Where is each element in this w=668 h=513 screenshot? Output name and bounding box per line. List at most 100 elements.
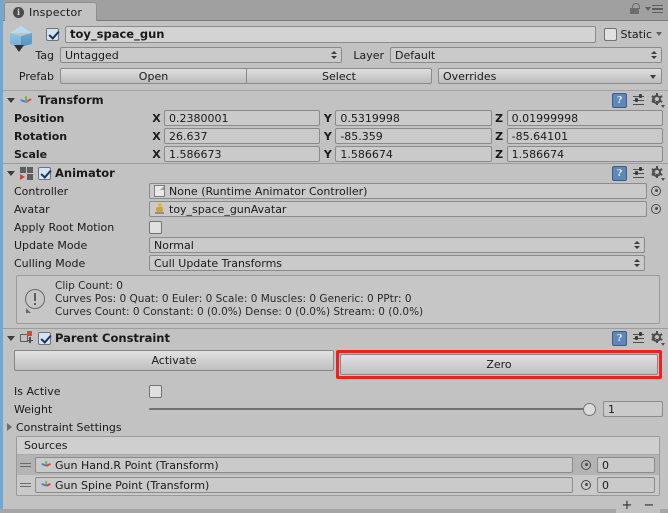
static-checkbox[interactable]	[603, 27, 617, 41]
controller-value: None (Runtime Animator Controller)	[169, 184, 368, 198]
culling-mode-label: Culling Mode	[14, 256, 86, 270]
rotation-x-label: X	[152, 129, 161, 143]
preset-icon[interactable]	[633, 167, 645, 180]
add-source-button[interactable]: +	[616, 498, 638, 513]
parent-constraint-foldout-icon[interactable]	[7, 335, 15, 341]
transform-foldout-icon[interactable]	[7, 97, 15, 103]
animator-icon	[19, 166, 34, 181]
weight-value-input[interactable]: 1	[603, 401, 663, 417]
animator-info-box: Clip Count: 0 Curves Pos: 0 Quat: 0 Eule…	[16, 275, 660, 324]
parent-constraint-icon	[19, 330, 34, 346]
source-picker-icon[interactable]	[580, 479, 593, 492]
avatar-object-field[interactable]: toy_space_gunAvatar	[149, 201, 647, 217]
animator-enabled-checkbox[interactable]	[38, 166, 51, 180]
static-toggle-group[interactable]: Static	[603, 27, 662, 41]
gameobject-name-input[interactable]: toy_space_gun	[65, 25, 596, 43]
rotation-x-input[interactable]: 26.637	[164, 128, 321, 144]
update-mode-dropdown[interactable]: Normal	[149, 237, 645, 253]
gameobject-enabled-checkbox[interactable]	[46, 27, 59, 41]
constraint-settings-label: Constraint Settings	[16, 420, 122, 434]
lock-icon[interactable]	[629, 3, 640, 15]
component-parent-constraint: Parent Constraint ? Activate Zero Is Act…	[0, 329, 668, 513]
transform-axis-icon	[19, 93, 34, 108]
component-transform: Transform ? Position X 0.2380001 Y 0.531…	[0, 91, 668, 163]
scale-z-label: Z	[495, 147, 504, 161]
gear-icon[interactable]	[650, 93, 665, 108]
is-active-checkbox[interactable]	[149, 384, 162, 398]
preset-icon[interactable]	[633, 94, 645, 107]
animator-foldout-icon[interactable]	[7, 170, 15, 176]
activate-button[interactable]: Activate	[14, 350, 334, 371]
avatar-picker-icon[interactable]	[650, 203, 663, 216]
chevron-down-icon[interactable]	[656, 32, 662, 36]
animator-header[interactable]: Animator ?	[0, 164, 668, 182]
help-book-icon[interactable]: ?	[612, 166, 627, 181]
position-y-label: Y	[323, 111, 332, 125]
layer-label: Layer	[353, 48, 384, 62]
constraint-action-buttons: Activate Zero	[0, 347, 668, 382]
transform-header[interactable]: Transform ?	[0, 91, 668, 109]
warning-info-icon	[25, 288, 47, 313]
sources-header: Sources	[17, 437, 659, 455]
prefab-cube-icon[interactable]	[8, 25, 38, 57]
parent-constraint-enabled-checkbox[interactable]	[38, 331, 51, 345]
gameobject-name-row: toy_space_gun Static	[6, 25, 662, 43]
tag-dropdown[interactable]: Untagged	[60, 47, 342, 63]
parent-constraint-header[interactable]: Parent Constraint ?	[0, 329, 668, 347]
source-picker-icon[interactable]	[580, 459, 593, 472]
sources-list-footer: + −	[0, 498, 660, 513]
prefab-select-button[interactable]: Select	[246, 68, 432, 84]
position-label: Position	[14, 111, 65, 125]
constraint-settings-row[interactable]: Constraint Settings	[0, 418, 668, 436]
animator-controller-row: Controller None (Runtime Animator Contro…	[0, 182, 668, 200]
tab-inspector[interactable]: i Inspector	[4, 2, 98, 21]
help-book-icon[interactable]: ?	[612, 93, 627, 108]
apply-root-motion-label: Apply Root Motion	[14, 220, 115, 234]
controller-object-field[interactable]: None (Runtime Animator Controller)	[149, 183, 647, 199]
culling-mode-dropdown[interactable]: Cull Update Transforms	[149, 255, 645, 271]
remove-source-button[interactable]: −	[638, 498, 660, 513]
animator-update-mode-row: Update Mode Normal	[0, 236, 668, 254]
position-z-input[interactable]: 0.01999998	[506, 110, 663, 126]
source-weight-input[interactable]: 0	[597, 477, 655, 493]
weight-slider-thumb[interactable]	[583, 403, 596, 416]
controller-picker-icon[interactable]	[650, 185, 663, 198]
scale-x-input[interactable]: 1.586673	[164, 146, 321, 162]
zero-button[interactable]: Zero	[340, 354, 658, 375]
scale-z-input[interactable]: 1.586674	[506, 146, 663, 162]
scale-y-input[interactable]: 1.586674	[335, 146, 492, 162]
prefab-overrides-dropdown[interactable]: Overrides	[438, 68, 662, 84]
parent-constraint-tools: ?	[612, 331, 665, 346]
layer-dropdown[interactable]: Default	[390, 47, 662, 63]
update-mode-label: Update Mode	[14, 238, 88, 252]
zero-button-highlight: Zero	[336, 350, 662, 379]
weight-slider[interactable]	[149, 403, 596, 416]
rotation-z-input[interactable]: -85.64101	[506, 128, 663, 144]
position-y-input[interactable]: 0.5319998	[335, 110, 492, 126]
transform-axis-icon	[40, 479, 52, 491]
is-active-row: Is Active	[0, 382, 668, 400]
hamburger-menu-icon[interactable]	[645, 4, 663, 14]
constraint-settings-foldout-icon[interactable]	[7, 423, 12, 431]
source-object-field[interactable]: Gun Spine Point (Transform)	[35, 477, 573, 493]
gear-icon[interactable]	[650, 166, 665, 181]
preset-icon[interactable]	[633, 332, 645, 345]
source-object-field[interactable]: Gun Hand.R Point (Transform)	[35, 457, 573, 473]
prefab-open-button[interactable]: Open	[60, 68, 246, 84]
tab-inspector-label: Inspector	[29, 5, 83, 19]
list-item[interactable]: Gun Hand.R Point (Transform) 0	[17, 455, 659, 475]
help-book-icon[interactable]: ?	[612, 331, 627, 346]
apply-root-motion-checkbox[interactable]	[149, 220, 162, 234]
weight-slider-group[interactable]: 1	[149, 401, 663, 417]
curves-breakdown-line: Curves Pos: 0 Quat: 0 Euler: 0 Scale: 0 …	[55, 293, 412, 305]
rotation-y-input[interactable]: -85.359	[335, 128, 492, 144]
curves-count-line: Curves Count: 0 Constant: 0 (0.0%) Dense…	[55, 306, 424, 318]
prefab-row: Prefab Open Select Overrides	[6, 67, 662, 85]
position-x-input[interactable]: 0.2380001	[164, 110, 321, 126]
gear-icon[interactable]	[650, 331, 665, 346]
drag-handle-icon[interactable]	[20, 462, 31, 468]
controller-label: Controller	[14, 184, 69, 198]
list-item[interactable]: Gun Spine Point (Transform) 0	[17, 475, 659, 495]
source-weight-input[interactable]: 0	[597, 457, 655, 473]
drag-handle-icon[interactable]	[20, 482, 31, 488]
